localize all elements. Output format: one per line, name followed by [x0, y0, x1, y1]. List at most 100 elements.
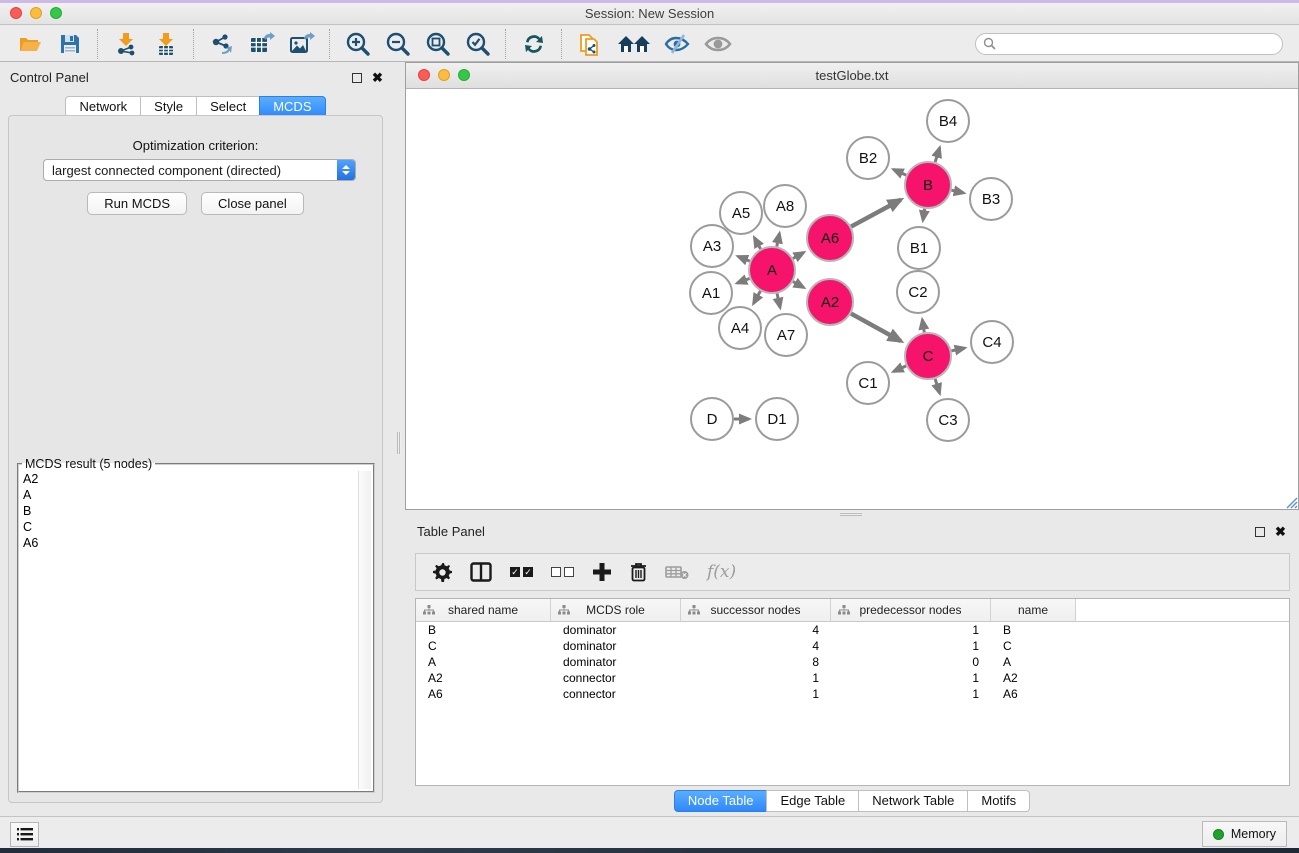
table-tab-network-table[interactable]: Network Table — [858, 790, 968, 812]
graph-edge-C-C3[interactable] — [935, 379, 939, 393]
first-neighbors-button[interactable] — [616, 30, 652, 58]
zoom-fit-button[interactable] — [424, 30, 452, 58]
splitpane-grip-horizontal[interactable] — [840, 512, 862, 516]
table-settings-button[interactable] — [433, 563, 452, 582]
mcds-result-item[interactable]: A — [23, 487, 357, 503]
graph-edge-B-B2[interactable] — [894, 169, 907, 175]
table-cell[interactable]: B — [991, 623, 1076, 637]
table-row[interactable]: Bdominator41B — [416, 622, 1289, 638]
import-network-button[interactable] — [112, 30, 140, 58]
table-cell[interactable]: 0 — [831, 655, 991, 669]
table-cell[interactable]: dominator — [551, 623, 681, 637]
table-cell[interactable]: dominator — [551, 655, 681, 669]
column-header-name[interactable]: name — [991, 599, 1076, 621]
table-cell[interactable]: C — [991, 639, 1076, 653]
graph-node-A3[interactable]: A3 — [691, 225, 733, 267]
mcds-result-item[interactable]: B — [23, 503, 357, 519]
table-deselect-all-button[interactable] — [551, 567, 574, 577]
graph-node-A8[interactable]: A8 — [764, 185, 806, 227]
graph-node-A6[interactable]: A6 — [807, 215, 853, 261]
close-panel-button[interactable]: Close panel — [201, 192, 304, 215]
table-cell[interactable]: 1 — [831, 623, 991, 637]
table-close-panel-icon[interactable]: ✖ — [1275, 527, 1286, 537]
graph-edge-A-A1[interactable] — [737, 278, 749, 283]
column-header-predecessor-nodes[interactable]: predecessor nodes — [831, 599, 991, 621]
graph-edge-A-A8[interactable] — [777, 233, 780, 246]
table-cell[interactable]: C — [416, 639, 551, 653]
graph-edge-C-C4[interactable] — [951, 348, 964, 351]
table-cell[interactable]: connector — [551, 671, 681, 685]
graph-node-B1[interactable]: B1 — [898, 227, 940, 269]
network-close-button[interactable] — [418, 69, 430, 81]
table-cell[interactable]: 4 — [681, 639, 831, 653]
mcds-result-item[interactable]: C — [23, 519, 357, 535]
table-cell[interactable]: 1 — [831, 671, 991, 685]
hide-selected-button[interactable] — [664, 30, 692, 58]
task-history-button[interactable] — [10, 822, 39, 847]
table-row[interactable]: Adominator80A — [416, 654, 1289, 670]
table-cell[interactable]: A2 — [991, 671, 1076, 685]
export-table-button[interactable] — [248, 30, 276, 58]
export-network-button[interactable] — [208, 30, 236, 58]
table-function-builder-button[interactable]: f(x) — [707, 562, 736, 582]
column-header-successor-nodes[interactable]: successor nodes — [681, 599, 831, 621]
open-button[interactable] — [16, 30, 44, 58]
graph-node-A4[interactable]: A4 — [719, 307, 761, 349]
table-delete-column-button[interactable] — [630, 562, 647, 582]
graph-edge-B-B4[interactable] — [935, 148, 939, 162]
show-all-button[interactable] — [704, 30, 732, 58]
save-button[interactable] — [56, 30, 84, 58]
table-tab-motifs[interactable]: Motifs — [967, 790, 1030, 812]
table-cell[interactable]: connector — [551, 687, 681, 701]
table-select-all-button[interactable]: ✓✓ — [510, 567, 533, 577]
table-cell[interactable]: 4 — [681, 623, 831, 637]
graph-node-A[interactable]: A — [749, 247, 795, 293]
graph-edge-A-A6[interactable] — [793, 252, 804, 258]
import-table-button[interactable] — [152, 30, 180, 58]
graph-node-D[interactable]: D — [691, 398, 733, 440]
search-input[interactable] — [996, 36, 1275, 52]
table-tab-edge-table[interactable]: Edge Table — [766, 790, 859, 812]
table-cell[interactable]: dominator — [551, 639, 681, 653]
graph-edge-A6-B[interactable] — [851, 200, 901, 227]
graph-node-A5[interactable]: A5 — [720, 192, 762, 234]
clone-network-button[interactable] — [576, 30, 604, 58]
table-tab-node-table[interactable]: Node Table — [674, 790, 768, 812]
graph-node-B3[interactable]: B3 — [970, 178, 1012, 220]
graph-node-C1[interactable]: C1 — [847, 362, 889, 404]
table-cell[interactable]: 1 — [681, 687, 831, 701]
table-add-column-button[interactable] — [592, 562, 612, 582]
zoom-out-button[interactable] — [384, 30, 412, 58]
mcds-result-item[interactable]: A2 — [23, 471, 357, 487]
column-header-mcds-role[interactable]: MCDS role — [551, 599, 681, 621]
graph-edge-C-C2[interactable] — [922, 320, 924, 333]
graph-node-C3[interactable]: C3 — [927, 399, 969, 441]
graph-edge-A-A3[interactable] — [738, 256, 750, 261]
table-cell[interactable]: A — [416, 655, 551, 669]
graph-node-A7[interactable]: A7 — [765, 314, 807, 356]
table-cell[interactable]: A6 — [991, 687, 1076, 701]
table-cell[interactable]: 1 — [831, 639, 991, 653]
close-window-button[interactable] — [10, 7, 22, 19]
table-float-panel-icon[interactable] — [1255, 527, 1265, 537]
minimize-window-button[interactable] — [30, 7, 42, 19]
network-minimize-button[interactable] — [438, 69, 450, 81]
graph-node-D1[interactable]: D1 — [756, 398, 798, 440]
result-scrollbar[interactable] — [358, 471, 371, 789]
zoom-in-button[interactable] — [344, 30, 372, 58]
graph-edge-B-B1[interactable] — [923, 209, 925, 221]
zoom-selected-button[interactable] — [464, 30, 492, 58]
graph-node-C[interactable]: C — [905, 333, 951, 379]
splitpane-grip-vertical[interactable] — [397, 432, 401, 454]
table-cell[interactable]: A — [991, 655, 1076, 669]
graph-node-B4[interactable]: B4 — [927, 100, 969, 142]
refresh-button[interactable] — [520, 30, 548, 58]
graph-edge-C-C1[interactable] — [894, 366, 907, 372]
close-panel-icon[interactable]: ✖ — [372, 73, 383, 83]
graph-node-A1[interactable]: A1 — [690, 272, 732, 314]
table-cell[interactable]: 8 — [681, 655, 831, 669]
float-panel-icon[interactable] — [352, 73, 362, 83]
graph-node-C2[interactable]: C2 — [897, 271, 939, 313]
table-row[interactable]: A2connector11A2 — [416, 670, 1289, 686]
graph-edge-B-B3[interactable] — [951, 190, 963, 193]
